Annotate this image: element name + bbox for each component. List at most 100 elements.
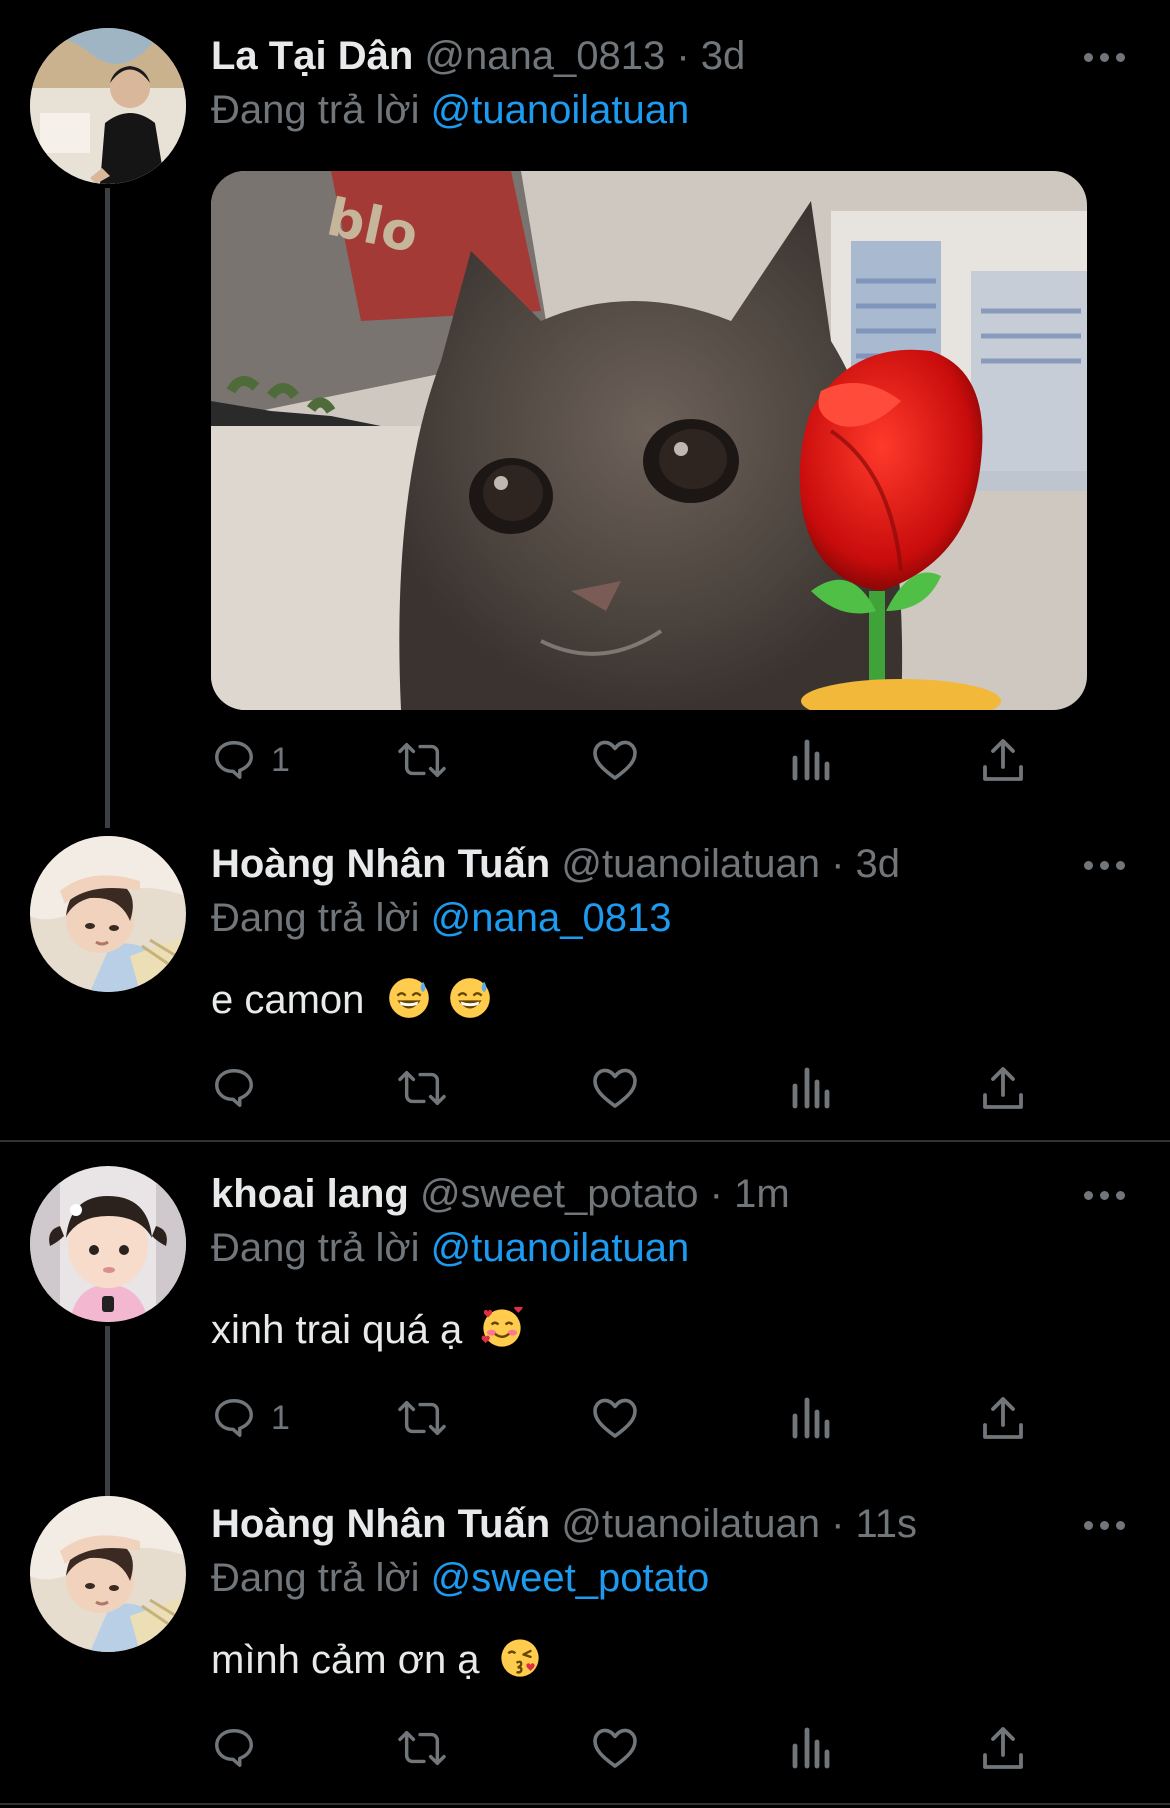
- retweet-button[interactable]: [396, 1058, 448, 1118]
- retweet-button[interactable]: [396, 1388, 448, 1448]
- tweet-header: La Tại Dân @nana_0813 · 3d: [211, 30, 1170, 82]
- retweet-button[interactable]: [396, 730, 448, 790]
- analytics-icon: [792, 1397, 830, 1439]
- replying-to: Đang trả lời @tuanoilatuan: [211, 1222, 689, 1274]
- replying-to-handle[interactable]: @tuanoilatuan: [431, 1226, 690, 1270]
- user-handle[interactable]: @tuanoilatuan: [561, 842, 820, 886]
- tweet-actions: [211, 1718, 1031, 1778]
- tweet-header: khoai lang @sweet_potato · 1m: [211, 1168, 1170, 1220]
- display-name[interactable]: khoai lang: [211, 1172, 409, 1216]
- more-options-icon[interactable]: [1084, 53, 1126, 65]
- reply-icon: [215, 1399, 253, 1437]
- tweet-media-image[interactable]: blo: [211, 171, 1087, 710]
- replying-to-label: Đang trả lời: [211, 1226, 420, 1270]
- reply-icon: [215, 741, 253, 779]
- replying-to-label: Đang trả lời: [211, 896, 420, 940]
- tweet-header: Hoàng Nhân Tuấn @tuanoilatuan · 3d: [211, 838, 1170, 890]
- user-handle[interactable]: @nana_0813: [424, 34, 665, 78]
- tweet-actions: 1: [211, 1388, 1031, 1448]
- kitten-with-rose-image: blo: [211, 171, 1087, 710]
- replying-to: Đang trả lời @nana_0813: [211, 892, 672, 944]
- reply-count: 1: [271, 740, 290, 779]
- share-button[interactable]: [981, 1058, 1025, 1118]
- separator-dot: ·: [709, 1172, 723, 1216]
- tweet-text-content: mình cảm ơn ạ: [211, 1638, 480, 1682]
- bottom-divider: [0, 1803, 1170, 1805]
- avatar-photo-man-black-shirt: [30, 28, 186, 184]
- heart-icon: [593, 1728, 637, 1768]
- views-button[interactable]: [791, 1718, 831, 1778]
- like-button[interactable]: [591, 1058, 639, 1118]
- tweet-4[interactable]: Hoàng Nhân Tuấn @tuanoilatuan · 11s Đang…: [0, 1468, 1170, 1808]
- timestamp[interactable]: 3d: [701, 34, 746, 78]
- reply-count: 1: [271, 1398, 290, 1437]
- tweet-actions: [211, 1058, 1031, 1118]
- reply-icon: [215, 1729, 253, 1767]
- avatar-photo-boy-lying: [30, 836, 186, 992]
- tweet-3[interactable]: khoai lang @sweet_potato · 1m Đang trả l…: [0, 1138, 1170, 1648]
- replying-to-label: Đang trả lời: [211, 1556, 420, 1600]
- avatar-khoai-lang[interactable]: [30, 1166, 186, 1322]
- replying-to-handle[interactable]: @sweet_potato: [431, 1556, 710, 1600]
- reply-icon: [215, 1069, 253, 1107]
- avatar-la-tai-dan[interactable]: [30, 28, 186, 184]
- retweet-icon: [398, 1070, 446, 1106]
- smiling-hearts-emoji: [481, 1307, 523, 1348]
- share-button[interactable]: [981, 730, 1025, 790]
- replying-to-handle[interactable]: @nana_0813: [431, 896, 672, 940]
- reply-button[interactable]: 1: [211, 1388, 290, 1448]
- retweet-icon: [398, 742, 446, 778]
- separator-dot: ·: [831, 1502, 845, 1546]
- tweet-actions: 1: [211, 730, 1031, 790]
- retweet-button[interactable]: [396, 1718, 448, 1778]
- analytics-icon: [792, 739, 830, 781]
- share-icon: [983, 739, 1023, 781]
- timestamp[interactable]: 11s: [856, 1502, 918, 1546]
- user-handle[interactable]: @tuanoilatuan: [561, 1502, 820, 1546]
- tweet-text: xinh trai quá ạ: [211, 1304, 523, 1356]
- share-button[interactable]: [981, 1718, 1025, 1778]
- display-name[interactable]: Hoàng Nhân Tuấn: [211, 1502, 550, 1546]
- replying-to-handle[interactable]: @tuanoilatuan: [431, 88, 690, 132]
- like-button[interactable]: [591, 1718, 639, 1778]
- heart-icon: [593, 1398, 637, 1438]
- replying-to: Đang trả lời @sweet_potato: [211, 1552, 709, 1604]
- share-button[interactable]: [981, 1388, 1025, 1448]
- tweet-text: mình cảm ơn ạ: [211, 1634, 541, 1686]
- separator-dot: ·: [676, 34, 690, 78]
- user-handle[interactable]: @sweet_potato: [420, 1172, 699, 1216]
- avatar-photo-baby-girl: [30, 1166, 186, 1322]
- retweet-icon: [398, 1730, 446, 1766]
- grinning-sweat-emoji: [449, 978, 490, 1019]
- more-options-icon[interactable]: [1084, 1191, 1126, 1203]
- avatar-photo-boy-lying: [30, 1496, 186, 1652]
- timestamp[interactable]: 3d: [856, 842, 901, 886]
- reply-button[interactable]: [211, 1058, 271, 1118]
- display-name[interactable]: Hoàng Nhân Tuấn: [211, 842, 550, 886]
- heart-icon: [593, 740, 637, 780]
- views-button[interactable]: [791, 1388, 831, 1448]
- views-button[interactable]: [791, 1058, 831, 1118]
- analytics-icon: [792, 1067, 830, 1109]
- display-name[interactable]: La Tại Dân: [211, 34, 413, 78]
- more-options-icon[interactable]: [1084, 861, 1126, 873]
- views-button[interactable]: [791, 730, 831, 790]
- avatar-hoang-nhan-tuan[interactable]: [30, 836, 186, 992]
- avatar-hoang-nhan-tuan[interactable]: [30, 1496, 186, 1652]
- share-icon: [983, 1397, 1023, 1439]
- kissing-heart-emoji: [501, 1639, 539, 1678]
- thread-line: [105, 188, 110, 828]
- tweet-2[interactable]: Hoàng Nhân Tuấn @tuanoilatuan · 3d Đang …: [0, 808, 1170, 1140]
- tweet-header: Hoàng Nhân Tuấn @tuanoilatuan · 11s: [211, 1498, 1170, 1550]
- tweet-1[interactable]: La Tại Dân @nana_0813 · 3d Đang trả lời …: [0, 0, 1170, 828]
- reply-button[interactable]: 1: [211, 730, 290, 790]
- analytics-icon: [792, 1727, 830, 1769]
- like-button[interactable]: [591, 730, 639, 790]
- retweet-icon: [398, 1400, 446, 1436]
- more-options-icon[interactable]: [1084, 1521, 1126, 1533]
- tweet-text-content: xinh trai quá ạ: [211, 1308, 463, 1352]
- grinning-sweat-emoji: [388, 978, 429, 1019]
- reply-button[interactable]: [211, 1718, 271, 1778]
- like-button[interactable]: [591, 1388, 639, 1448]
- timestamp[interactable]: 1m: [734, 1172, 790, 1216]
